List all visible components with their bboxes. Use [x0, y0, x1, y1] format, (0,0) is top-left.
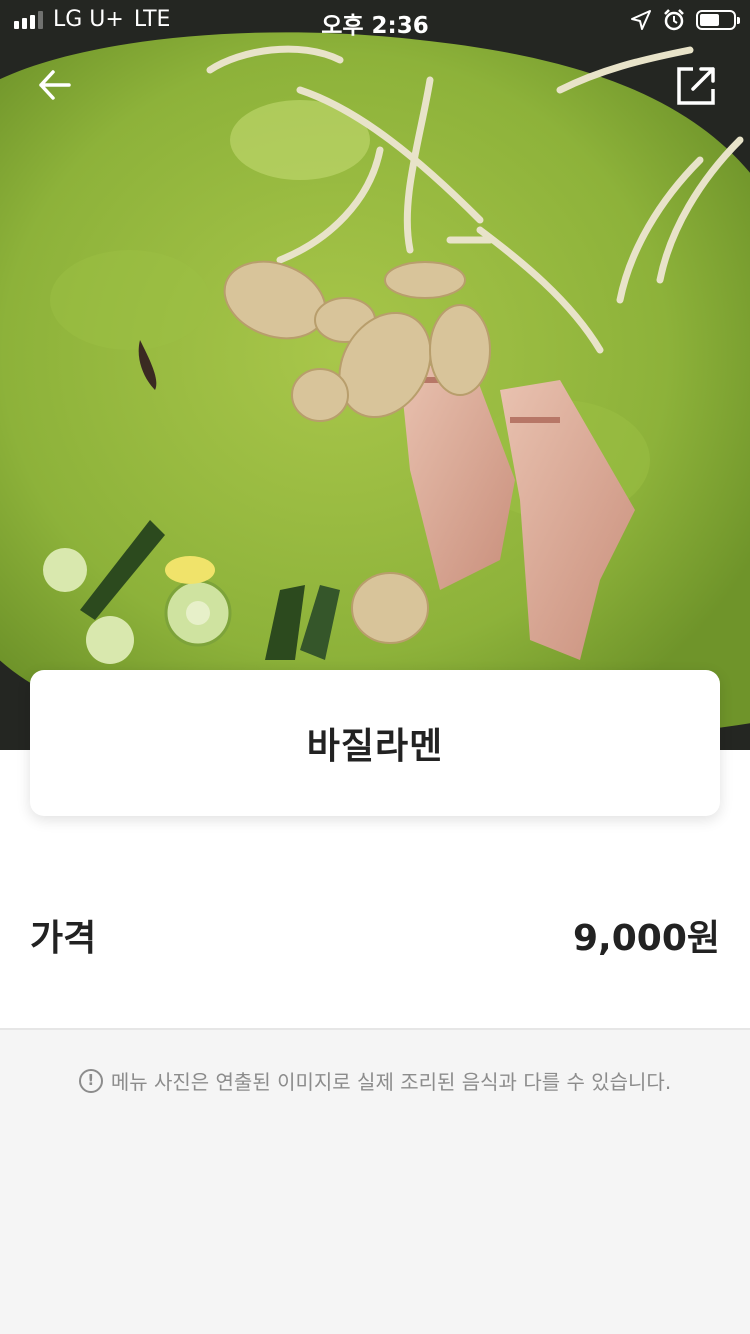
- arrow-left-icon: [39, 70, 71, 100]
- share-icon: [677, 67, 715, 105]
- menu-title-card: 바질라멘: [30, 670, 720, 816]
- status-bar: LG U+ LTE 오후 2:36: [0, 0, 750, 40]
- ramen-illustration: [0, 0, 750, 750]
- menu-photo: [0, 0, 750, 750]
- battery-icon: [696, 10, 740, 30]
- alarm-icon: [664, 9, 684, 31]
- menu-name: 바질라멘: [306, 726, 444, 767]
- status-right: [630, 8, 740, 32]
- photo-disclaimer: ! 메뉴 사진은 연출된 이미지로 실제 조리된 음식과 다를 수 있습니다.: [0, 1066, 750, 1095]
- share-button[interactable]: [672, 60, 722, 110]
- location-icon: [631, 10, 651, 30]
- price-label: 가격: [30, 918, 97, 959]
- back-button[interactable]: [30, 60, 80, 110]
- price-row: 가격 9,000원: [30, 900, 720, 970]
- price-value: 9,000원: [573, 918, 720, 959]
- info-icon: !: [78, 1068, 103, 1093]
- battery-fill: [700, 14, 720, 26]
- disclaimer-text: 메뉴 사진은 연출된 이미지로 실제 조리된 음식과 다를 수 있습니다.: [110, 1070, 672, 1094]
